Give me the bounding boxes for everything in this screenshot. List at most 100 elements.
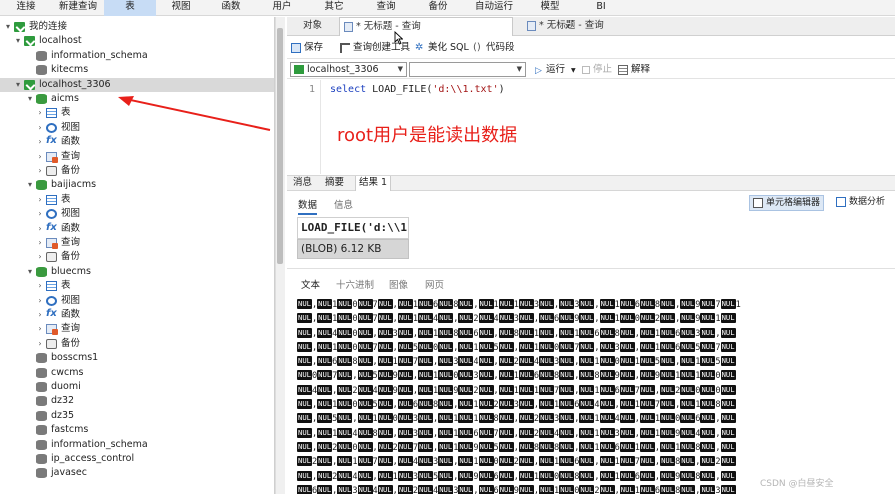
- tree-item[interactable]: › 表: [0, 193, 274, 207]
- tree-item[interactable]: › 备份: [0, 250, 274, 264]
- menu-item[interactable]: 模型: [524, 0, 576, 16]
- menu-item[interactable]: 自动运行: [464, 0, 524, 16]
- blob-text-viewer[interactable]: NUL,NUL1NUL0NUL7NUL,NUL1NUL6NUL8NUL,NUL1…: [297, 298, 895, 494]
- tree-item[interactable]: ▾ baijiacms: [0, 178, 274, 192]
- menu-item[interactable]: 新建查询: [52, 0, 104, 16]
- connection-select[interactable]: localhost_3306 ▼: [290, 62, 407, 77]
- collapse-arrow-icon[interactable]: ›: [36, 106, 44, 120]
- tree-item[interactable]: › 视图: [0, 121, 274, 135]
- tab-query-1[interactable]: * 无标题 - 查询 ×: [339, 17, 572, 36]
- data-analysis-button[interactable]: 数据分析: [835, 195, 885, 211]
- cell-editor-button[interactable]: 单元格编辑器: [749, 195, 824, 211]
- collapse-arrow-icon[interactable]: ›: [36, 121, 44, 135]
- tree-item[interactable]: bosscms1: [0, 351, 274, 365]
- expand-arrow-icon[interactable]: ▾: [14, 78, 22, 92]
- save-button[interactable]: 保存: [291, 41, 323, 55]
- tree-item[interactable]: information_schema: [0, 49, 274, 63]
- beautify-sql-button[interactable]: ✲ 美化 SQL: [415, 41, 469, 55]
- menu-item[interactable]: BI: [576, 0, 626, 16]
- tab-query-2[interactable]: * 无标题 - 查询: [523, 17, 604, 36]
- menu-item[interactable]: 用户: [256, 0, 308, 16]
- menu-item[interactable]: 表: [104, 0, 156, 16]
- tree-item[interactable]: information_schema: [0, 438, 274, 452]
- tab-result-1[interactable]: 结果 1: [355, 176, 392, 191]
- tree-item[interactable]: dz35: [0, 409, 274, 423]
- run-button[interactable]: ▷ 运行 ▼: [535, 63, 576, 77]
- tab-objects[interactable]: 对象: [303, 17, 322, 36]
- tree-item[interactable]: ip_access_control: [0, 452, 274, 466]
- tree-item[interactable]: ▾ aicms: [0, 92, 274, 106]
- tree-item[interactable]: › 表: [0, 106, 274, 120]
- tab-text[interactable]: 文本: [301, 277, 320, 291]
- expand-arrow-icon[interactable]: ▾: [4, 20, 12, 34]
- tree-item[interactable]: dz32: [0, 394, 274, 408]
- collapse-arrow-icon[interactable]: ›: [36, 222, 44, 236]
- tree-item[interactable]: › fx 函数: [0, 308, 274, 322]
- column-header[interactable]: LOAD_FILE('d:\\1: [297, 217, 409, 239]
- tree-item[interactable]: › 视图: [0, 294, 274, 308]
- tab-messages[interactable]: 消息: [291, 176, 314, 191]
- panel-divider[interactable]: [287, 268, 895, 269]
- collapse-arrow-icon[interactable]: ›: [36, 164, 44, 178]
- tab-web[interactable]: 网页: [425, 277, 444, 291]
- menu-item[interactable]: 连接: [0, 0, 52, 16]
- tree-item[interactable]: fastcms: [0, 423, 274, 437]
- stop-button[interactable]: 停止: [582, 63, 612, 77]
- tree-item[interactable]: › 备份: [0, 337, 274, 351]
- null-char-marker: NUL: [518, 399, 534, 410]
- snippet-icon: (): [473, 42, 481, 53]
- tree-item[interactable]: ▾ localhost: [0, 34, 274, 48]
- tree-item[interactable]: kitecms: [0, 63, 274, 77]
- collapse-arrow-icon[interactable]: ›: [36, 207, 44, 221]
- explain-button[interactable]: 解释: [618, 63, 650, 77]
- collapse-arrow-icon[interactable]: ›: [36, 337, 44, 351]
- tab-hex[interactable]: 十六进制: [336, 277, 374, 291]
- sql-code-line[interactable]: select LOAD_FILE('d:\\1.txt'): [330, 84, 505, 95]
- tree-item[interactable]: › fx 函数: [0, 135, 274, 149]
- query-builder-button[interactable]: 查询创建工具: [340, 41, 410, 55]
- menu-item[interactable]: 函数: [206, 0, 256, 16]
- menu-item[interactable]: 其它: [308, 0, 360, 16]
- collapse-arrow-icon[interactable]: ›: [36, 279, 44, 293]
- sql-editor[interactable]: 1 select LOAD_FILE('d:\\1.txt') root用户是能…: [287, 80, 895, 174]
- null-char-marker: NUL: [680, 427, 696, 438]
- tree-item[interactable]: ▾ 我的连接: [0, 20, 274, 34]
- collapse-arrow-icon[interactable]: ›: [36, 322, 44, 336]
- tab-summary[interactable]: 摘要: [323, 176, 346, 191]
- collapse-arrow-icon[interactable]: ›: [36, 193, 44, 207]
- tree-item[interactable]: › 查询: [0, 322, 274, 336]
- tree-item[interactable]: › fx 函数: [0, 222, 274, 236]
- tab-info[interactable]: 信息: [334, 197, 353, 211]
- expand-arrow-icon[interactable]: ▾: [26, 265, 34, 279]
- connection-tree: ▾ 我的连接 ▾ localhost information_schema kitecms…: [0, 17, 275, 494]
- collapse-arrow-icon[interactable]: ›: [36, 150, 44, 164]
- tree-item[interactable]: › 视图: [0, 207, 274, 221]
- menu-item[interactable]: 备份: [412, 0, 464, 16]
- tree-item[interactable]: cwcms: [0, 366, 274, 380]
- tree-item[interactable]: › 查询: [0, 236, 274, 250]
- tab-data[interactable]: 数据: [298, 197, 318, 215]
- collapse-arrow-icon[interactable]: ›: [36, 308, 44, 322]
- tab-image[interactable]: 图像: [389, 277, 408, 291]
- expand-arrow-icon[interactable]: ▾: [26, 178, 34, 192]
- menu-item[interactable]: 查询: [360, 0, 412, 16]
- expand-arrow-icon[interactable]: ▾: [26, 92, 34, 106]
- collapse-arrow-icon[interactable]: ›: [36, 250, 44, 264]
- grid-cell-blob[interactable]: (BLOB) 6.12 KB: [297, 239, 409, 259]
- tree-item[interactable]: duomi: [0, 380, 274, 394]
- expand-arrow-icon[interactable]: ▾: [14, 34, 22, 48]
- database-select[interactable]: ▼: [409, 62, 526, 77]
- tree-item[interactable]: › 备份: [0, 164, 274, 178]
- menu-item[interactable]: 视图: [156, 0, 206, 16]
- null-char-marker: NUL: [337, 356, 353, 367]
- code-snippet-button[interactable]: () 代码段: [473, 41, 515, 55]
- tree-item[interactable]: ▾ bluecms: [0, 265, 274, 279]
- collapse-arrow-icon[interactable]: ›: [36, 236, 44, 250]
- collapse-arrow-icon[interactable]: ›: [36, 135, 44, 149]
- tree-item[interactable]: ▾ localhost_3306: [0, 77, 274, 92]
- collapse-arrow-icon[interactable]: ›: [36, 294, 44, 308]
- tree-item[interactable]: › 表: [0, 279, 274, 293]
- tree-item[interactable]: › 查询: [0, 150, 274, 164]
- tree-scrollbar-thumb[interactable]: [277, 28, 283, 264]
- tree-item[interactable]: javasec: [0, 466, 274, 480]
